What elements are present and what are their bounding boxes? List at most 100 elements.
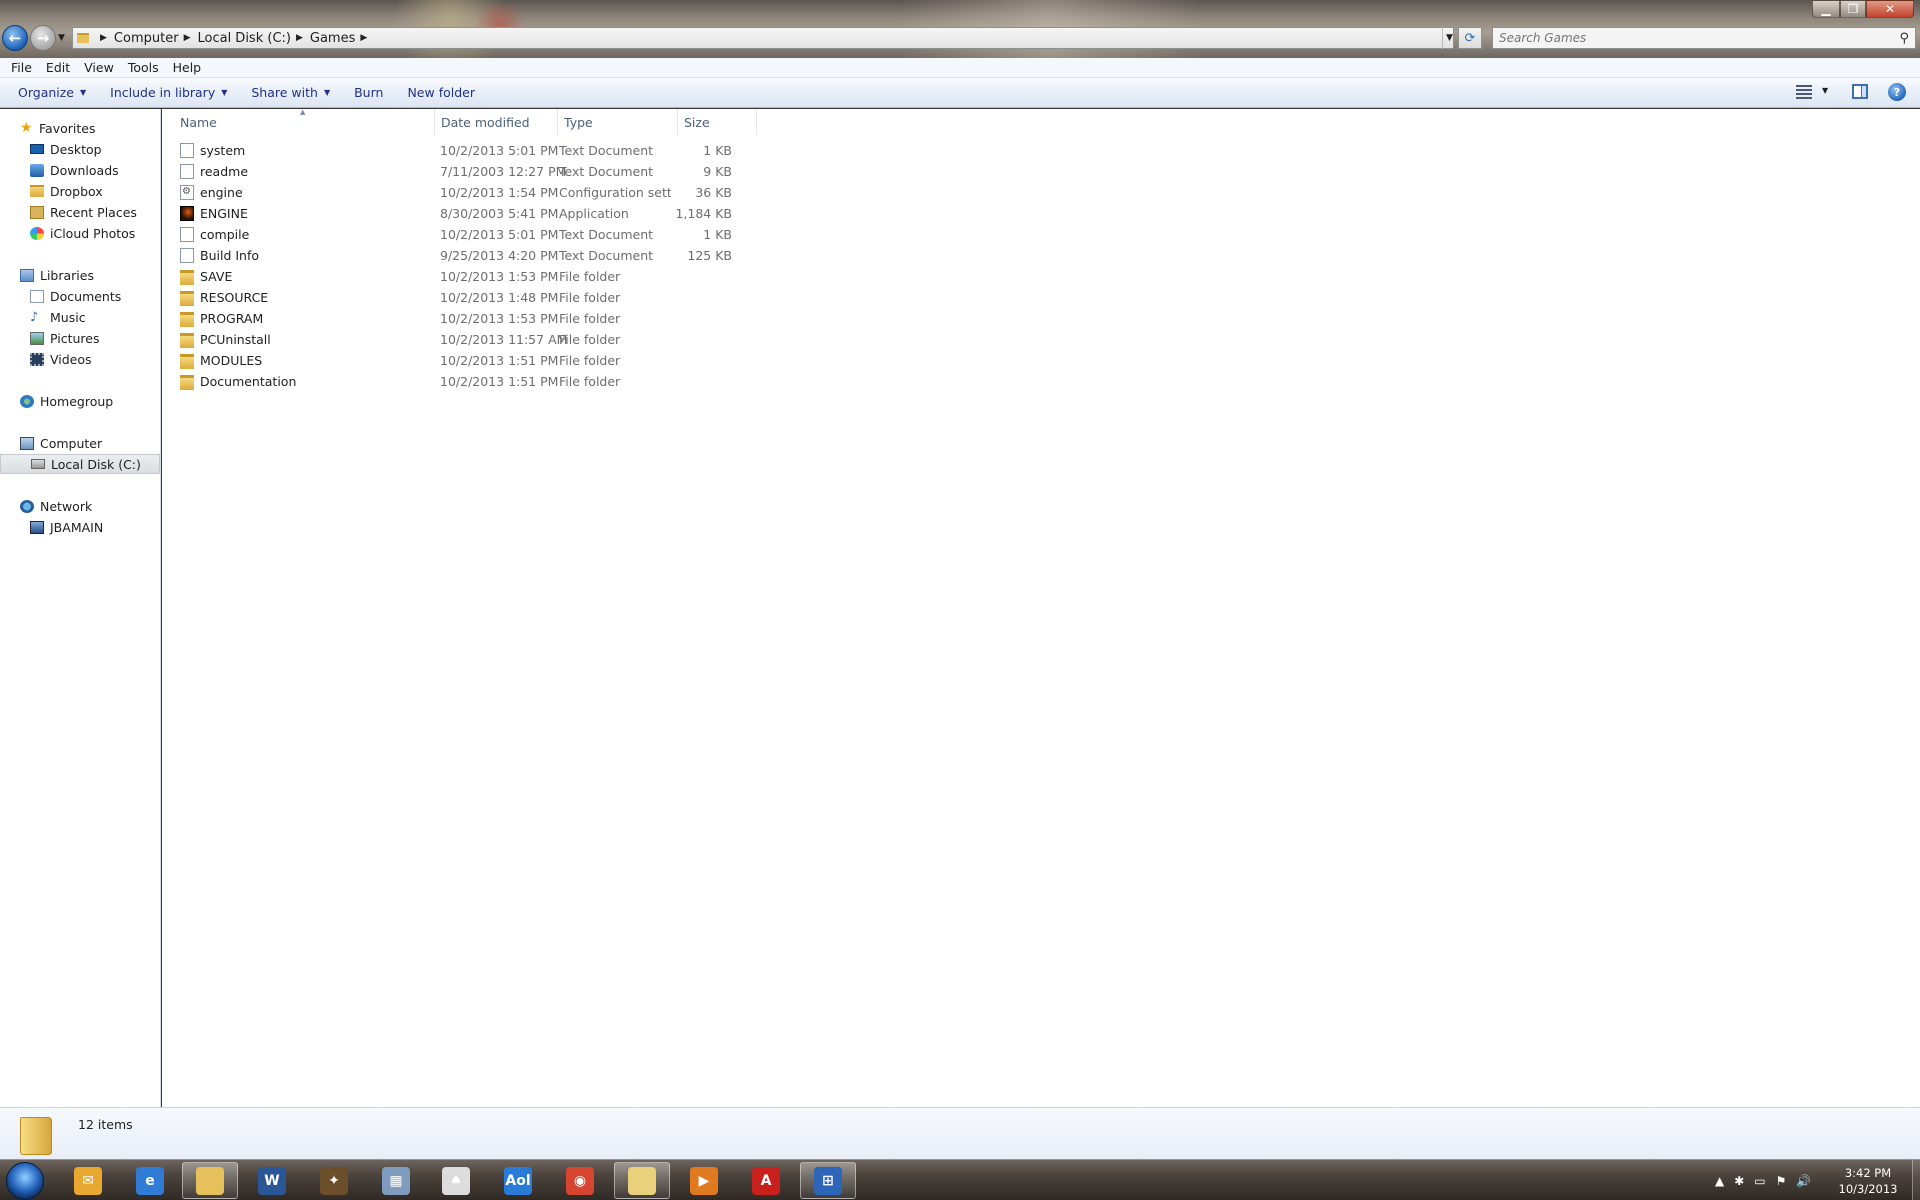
refresh-button[interactable]: ⟳	[1458, 27, 1482, 49]
folder-row[interactable]: PROGRAM 10/2/2013 1:53 PM File folder	[180, 308, 920, 329]
taskbar-media-player-button[interactable]: ▶	[676, 1162, 732, 1199]
nav-item-icloud-photos[interactable]: iCloud Photos	[0, 223, 160, 243]
flag-tray-icon[interactable]: ⚑	[1776, 1174, 1787, 1188]
action-center-tray-icon[interactable]: ▭	[1754, 1174, 1765, 1188]
nav-item-local-disk[interactable]: Local Disk (C:)	[0, 454, 160, 474]
taskbar-calculator-button[interactable]: ▦	[368, 1162, 424, 1199]
nav-item-documents[interactable]: Documents	[0, 286, 160, 306]
menu-tools[interactable]: Tools	[121, 60, 166, 75]
nav-item-pictures[interactable]: Pictures	[0, 328, 160, 348]
breadcrumb-local-disk[interactable]: Local Disk (C:)	[197, 31, 290, 46]
nav-network[interactable]: Network	[0, 496, 160, 516]
start-button[interactable]	[6, 1162, 44, 1200]
help-button[interactable]: ?	[1888, 83, 1906, 101]
folder-row[interactable]: RESOURCE 10/2/2013 1:48 PM File folder	[180, 287, 920, 308]
file-row[interactable]: Build Info 9/25/2013 4:20 PM Text Docume…	[180, 245, 920, 266]
search-box[interactable]: ⚲	[1492, 27, 1916, 49]
folder-row[interactable]: SAVE 10/2/2013 1:53 PM File folder	[180, 266, 920, 287]
nav-label: Documents	[50, 288, 122, 304]
calculator-icon: ▦	[382, 1166, 410, 1195]
taskbar-internet-explorer-button[interactable]: e	[122, 1162, 178, 1199]
nav-label: Local Disk (C:)	[51, 456, 141, 472]
view-options-dropdown[interactable]: ▼	[1822, 86, 1828, 95]
file-row[interactable]: ENGINE 8/30/2003 5:41 PM Application 1,1…	[180, 203, 920, 224]
maximize-button[interactable]: ❐	[1840, 0, 1866, 18]
nav-item-jbamain[interactable]: JBAMAIN	[0, 517, 160, 537]
file-row[interactable]: compile 10/2/2013 5:01 PM Text Document …	[180, 224, 920, 245]
back-button[interactable]: ←	[2, 25, 28, 51]
include-in-library-button[interactable]: Include in library ▼	[98, 85, 239, 100]
search-input[interactable]	[1499, 31, 1879, 45]
nav-libraries[interactable]: Libraries	[0, 265, 160, 285]
breadcrumb-separator[interactable]: ▶	[100, 33, 107, 43]
breadcrumb-separator[interactable]: ▶	[360, 33, 367, 43]
menu-file[interactable]: File	[4, 60, 39, 75]
taskbar-acrobat-button[interactable]: A	[738, 1162, 794, 1199]
file-row[interactable]: readme 7/11/2003 12:27 PM Text Document …	[180, 161, 920, 182]
menu-view[interactable]: View	[77, 60, 121, 75]
nav-label: iCloud Photos	[50, 225, 136, 241]
share-with-button[interactable]: Share with ▼	[239, 85, 342, 100]
taskbar-folder-button[interactable]	[614, 1162, 670, 1199]
burn-button[interactable]: Burn	[342, 85, 395, 100]
column-header-type[interactable]: Type	[558, 109, 678, 135]
preview-pane-button[interactable]	[1852, 84, 1868, 99]
nav-item-videos[interactable]: Videos	[0, 349, 160, 369]
taskbar-game-button[interactable]: ✦	[306, 1162, 362, 1199]
show-hidden-icons-icon[interactable]: ▲	[1715, 1174, 1724, 1188]
address-dropdown[interactable]: ▼	[1442, 27, 1456, 49]
taskbar-word-button[interactable]: W	[244, 1162, 300, 1199]
nav-item-downloads[interactable]: Downloads	[0, 160, 160, 180]
change-view-icon[interactable]	[1796, 85, 1812, 99]
folder-row[interactable]: PCUninstall 10/2/2013 11:57 AM File fold…	[180, 329, 920, 350]
breadcrumb-computer[interactable]: Computer	[114, 31, 179, 46]
recent-pages-dropdown[interactable]: ▼	[58, 33, 65, 43]
show-desktop-button[interactable]	[1912, 1160, 1920, 1200]
file-row[interactable]: system 10/2/2013 5:01 PM Text Document 1…	[180, 140, 920, 161]
menu-edit[interactable]: Edit	[39, 60, 77, 75]
folder-row[interactable]: Documentation 10/2/2013 1:51 PM File fol…	[180, 371, 920, 392]
folder-row[interactable]: MODULES 10/2/2013 1:51 PM File folder	[180, 350, 920, 371]
column-header-size[interactable]: Size	[678, 109, 757, 135]
file-name: Documentation	[200, 374, 297, 389]
address-bar[interactable]: ▶ Computer ▶ Local Disk (C:) ▶ Games ▶	[72, 27, 1454, 49]
breadcrumb-games[interactable]: Games	[310, 31, 355, 46]
nav-favorites[interactable]: ★ Favorites	[0, 118, 160, 138]
nav-label: Computer	[40, 435, 103, 451]
nav-item-dropbox[interactable]: Dropbox	[0, 181, 160, 201]
taskbar-outlook-button[interactable]: ✉	[60, 1162, 116, 1199]
breadcrumb-separator[interactable]: ▶	[184, 33, 191, 43]
file-row[interactable]: engine 10/2/2013 1:54 PM Configuration s…	[180, 182, 920, 203]
nav-item-recent-places[interactable]: Recent Places	[0, 202, 160, 222]
nav-item-music[interactable]: ♪ Music	[0, 307, 160, 327]
close-button[interactable]: ✕	[1866, 0, 1914, 18]
dropbox-tray-icon[interactable]: ✱	[1734, 1174, 1744, 1188]
taskbar-aol-button[interactable]: Aol	[490, 1162, 546, 1199]
taskbar-solitaire-button[interactable]: ♠	[428, 1162, 484, 1199]
file-type: File folder	[559, 353, 621, 368]
command-bar: Organize ▼ Include in library ▼ Share wi…	[0, 78, 1920, 108]
volume-tray-icon[interactable]: 🔊	[1796, 1174, 1811, 1188]
clock[interactable]: 3:42 PM 10/3/2013	[1828, 1165, 1908, 1197]
navigation-pane: ★ Favorites Desktop Downloads Dropbox Re…	[0, 109, 161, 1107]
item-count: 12 items	[78, 1117, 133, 1132]
new-folder-button[interactable]: New folder	[395, 85, 487, 100]
taskbar-chrome-button[interactable]: ◉	[552, 1162, 608, 1199]
taskbar-remote-desktop-button[interactable]: ⊞	[800, 1162, 856, 1199]
taskbar-windows-explorer-button[interactable]	[182, 1162, 238, 1199]
chevron-down-icon: ▼	[80, 88, 87, 97]
file-type: Application	[559, 206, 629, 221]
nav-item-desktop[interactable]: Desktop	[0, 139, 160, 159]
breadcrumb-separator[interactable]: ▶	[296, 33, 303, 43]
folder-icon	[30, 185, 44, 197]
forward-button[interactable]: →	[30, 25, 56, 51]
nav-homegroup[interactable]: Homegroup	[0, 391, 160, 411]
search-icon[interactable]: ⚲	[1899, 31, 1909, 46]
nav-computer[interactable]: Computer	[0, 433, 160, 453]
organize-button[interactable]: Organize ▼	[6, 85, 98, 100]
column-header-date-modified[interactable]: Date modified	[435, 109, 558, 135]
column-header-name[interactable]: Name	[162, 109, 435, 135]
minimize-button[interactable]: ▁	[1812, 0, 1840, 18]
text-file-icon	[180, 143, 194, 158]
menu-help[interactable]: Help	[166, 60, 209, 75]
